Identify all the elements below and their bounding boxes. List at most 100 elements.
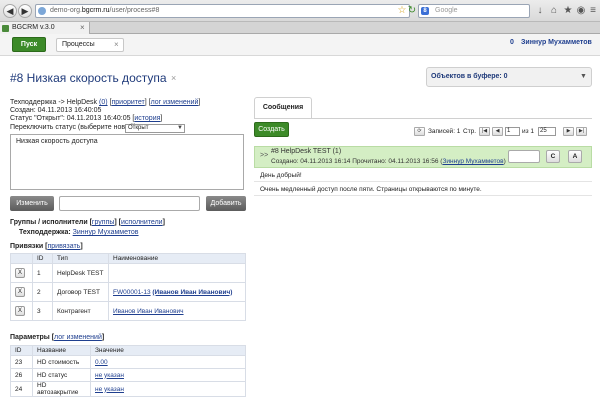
delete-link-button[interactable]: X: [15, 268, 25, 278]
refresh-icon[interactable]: ⟳: [414, 127, 425, 136]
first-page-button[interactable]: |◀: [479, 127, 490, 136]
group-label: Техподдержка:: [19, 229, 71, 236]
link-id: 1: [32, 263, 53, 283]
download-icon[interactable]: ↓: [534, 5, 546, 17]
user-name[interactable]: Зиннур Мухамметов: [521, 39, 592, 46]
bookmark-icon[interactable]: ★: [562, 5, 574, 17]
favicon-icon: [2, 25, 9, 32]
param-id: 26: [10, 368, 33, 382]
url-bar[interactable]: demo-org.bgcrm.ru/user/process#8: [35, 4, 410, 18]
change-button[interactable]: Изменить: [10, 196, 54, 211]
user-count[interactable]: 0: [510, 39, 514, 46]
history-link[interactable]: история: [134, 115, 160, 122]
table-header-row: ID Название Значение: [10, 345, 246, 356]
table-row: 23 HD стоимость 0.00: [10, 355, 246, 369]
priority-link[interactable]: приоритет: [111, 99, 144, 106]
links-table: ID Тип Наименование X 1 HelpDesk TEST X …: [10, 253, 246, 321]
tab-messages[interactable]: Сообщения: [254, 97, 312, 119]
groups-link[interactable]: группы: [92, 219, 114, 226]
page-total: из 1: [522, 128, 535, 135]
expand-icon[interactable]: >>: [260, 152, 268, 159]
forward-arrow-icon[interactable]: ▶: [18, 4, 32, 18]
c-button[interactable]: C: [546, 150, 560, 163]
table-row: 24 HD автозакрытие не указан: [10, 381, 246, 397]
table-row: X 1 HelpDesk TEST: [10, 263, 246, 283]
changelog-link[interactable]: лог изменений: [151, 99, 199, 106]
link-type: Контрагент: [52, 301, 109, 321]
add-button[interactable]: Добавить: [206, 196, 246, 211]
link-type: HelpDesk TEST: [52, 263, 109, 283]
links-heading: Привязки [привязать]: [10, 243, 83, 250]
message-text: Очень медленный доступ после пяти. Стран…: [260, 186, 482, 193]
status-text: Статус "Открыт": 04.11.2013 16:40:05: [10, 115, 131, 122]
customer-link[interactable]: Иванов Иван Иванович: [113, 308, 184, 315]
reload-icon[interactable]: ↻: [406, 5, 418, 17]
path-count-link[interactable]: (0): [99, 99, 108, 106]
message-input[interactable]: [508, 150, 540, 163]
page-select[interactable]: 1: [505, 127, 520, 136]
param-id: 23: [10, 355, 33, 369]
close-icon[interactable]: ×: [114, 38, 119, 52]
menu-icon[interactable]: ≡: [587, 5, 599, 17]
message-greeting: День добрый!: [260, 172, 302, 179]
chevron-down-icon[interactable]: ▼: [177, 124, 183, 133]
param-name: HD статус: [32, 368, 91, 382]
start-button[interactable]: Пуск: [12, 37, 46, 52]
contract-owner-link[interactable]: (Иванов Иван Иванович): [152, 289, 232, 296]
table-row: X 3 Контрагент Иванов Иван Иванович: [10, 301, 246, 321]
next-page-button[interactable]: ▶: [563, 127, 574, 136]
delete-link-button[interactable]: X: [15, 306, 25, 316]
executors-title: Группы / исполнители: [10, 219, 88, 226]
delete-link-button[interactable]: X: [15, 287, 25, 297]
param-value-link[interactable]: 0.00: [95, 359, 108, 366]
prev-page-button[interactable]: ◀: [492, 127, 503, 136]
link-id: 3: [32, 301, 53, 321]
params-title: Параметры: [10, 334, 50, 341]
addon-icon[interactable]: ◉: [575, 5, 587, 17]
browser-tab-strip: [0, 22, 600, 34]
link-name: Иванов Иван Иванович: [108, 301, 246, 321]
link-name: FW00001-13 (Иванов Иван Иванович): [108, 282, 246, 302]
chevron-down-icon[interactable]: ▼: [580, 73, 587, 80]
executors-heading: Группы / исполнители [группы] [исполните…: [10, 219, 165, 226]
page-title: #8 Низкая скорость доступа: [10, 71, 167, 85]
contract-link[interactable]: FW00001-13: [113, 289, 151, 296]
divider: [254, 181, 592, 182]
param-value-link[interactable]: не указан: [95, 386, 124, 393]
executor-name-link[interactable]: Зиннур Мухамметов: [73, 229, 139, 236]
description-textarea[interactable]: Низкая скорость доступа: [10, 134, 244, 190]
switch-status-label: Переключить статус (выберите новый):: [10, 124, 139, 131]
path-text: Техподдержка -> HelpDesk: [10, 99, 98, 106]
params-changelog-link[interactable]: лог изменений: [54, 334, 102, 341]
executors-link[interactable]: исполнители: [121, 219, 163, 226]
param-name: HD автозакрытие: [32, 381, 91, 397]
page-size-select[interactable]: 25: [538, 127, 556, 136]
comment-input[interactable]: [59, 196, 200, 211]
message-author-link[interactable]: Зиннур Мухамметов: [442, 158, 503, 165]
last-page-button[interactable]: ▶|: [576, 127, 587, 136]
create-message-button[interactable]: Создать: [254, 122, 289, 137]
home-icon[interactable]: ⌂: [548, 5, 560, 17]
back-arrow-icon[interactable]: ◀: [3, 4, 17, 18]
message-title: #8 HelpDesk TEST (1): [271, 148, 342, 155]
url-prefix: demo-org.: [50, 7, 82, 14]
add-link-link[interactable]: привязать: [47, 243, 80, 250]
param-name: HD стоимость: [32, 355, 91, 369]
table-header-row: ID Тип Наименование: [10, 253, 246, 264]
links-title: Привязки: [10, 243, 44, 250]
table-row: X 2 Договор TEST FW00001-13 (Иванов Иван…: [10, 282, 246, 302]
process-path: Техподдержка -> HelpDesk (0) [приоритет]…: [10, 99, 201, 106]
buffer-dropdown[interactable]: Объектов в буфере: 0: [426, 67, 592, 87]
search-input[interactable]: Google: [418, 4, 530, 18]
a-button[interactable]: A: [568, 150, 582, 163]
divider: [254, 195, 592, 196]
search-engine-icon[interactable]: 8: [421, 7, 429, 15]
link-name: [108, 263, 246, 283]
created-date: Создан: 04.11.2013 16:40:05: [10, 107, 102, 114]
page-label: Стр.: [463, 128, 477, 135]
close-icon[interactable]: ×: [80, 22, 85, 34]
status-select[interactable]: Открыт: [125, 124, 185, 133]
close-icon[interactable]: ×: [171, 73, 176, 83]
browser-tab[interactable]: BGCRM v.3.0: [0, 22, 90, 34]
param-value-link[interactable]: не указан: [95, 372, 124, 379]
